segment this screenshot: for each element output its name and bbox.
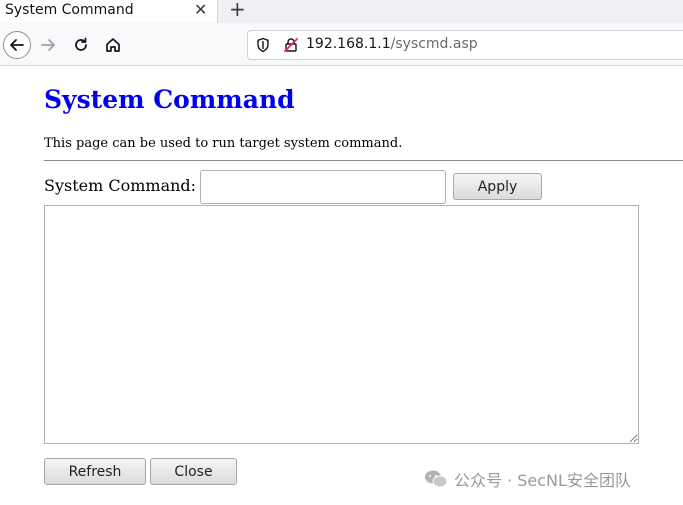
- watermark-text: 公众号 · SecNL安全团队: [454, 471, 631, 490]
- watermark: 公众号 · SecNL安全团队: [424, 467, 631, 491]
- wechat-icon: [425, 470, 448, 488]
- close-button[interactable]: Close: [150, 458, 237, 485]
- command-label: System Command:: [44, 176, 197, 195]
- navigation-toolbar: 192.168.1.1/syscmd.asp: [0, 23, 683, 66]
- home-button[interactable]: [100, 32, 126, 58]
- command-input[interactable]: [200, 170, 446, 204]
- shield-icon[interactable]: [255, 37, 271, 57]
- apply-button[interactable]: Apply: [453, 173, 542, 200]
- tab-title: System Command: [5, 2, 134, 18]
- home-icon: [106, 38, 120, 52]
- tab-system-command[interactable]: System Command ✕: [0, 0, 218, 23]
- back-button[interactable]: [3, 31, 31, 59]
- tab-strip: System Command ✕ +: [0, 0, 683, 23]
- divider: [44, 160, 683, 161]
- refresh-button[interactable]: Refresh: [44, 458, 146, 485]
- arrow-left-icon: [10, 39, 24, 51]
- forward-button[interactable]: [35, 32, 61, 58]
- insecure-lock-icon[interactable]: [283, 37, 299, 57]
- url-path: /syscmd.asp: [390, 36, 478, 52]
- page-description: This page can be used to run target syst…: [44, 136, 403, 151]
- address-bar[interactable]: 192.168.1.1/syscmd.asp: [247, 30, 683, 60]
- url-text[interactable]: 192.168.1.1/syscmd.asp: [306, 36, 478, 52]
- reload-button[interactable]: [68, 32, 94, 58]
- tab-close-icon[interactable]: ✕: [194, 0, 207, 20]
- page-title: System Command: [44, 85, 295, 114]
- url-host: 192.168.1.1: [306, 36, 391, 52]
- arrow-right-icon: [41, 39, 55, 51]
- command-output-textarea[interactable]: [44, 205, 639, 444]
- reload-icon: [75, 37, 87, 51]
- new-tab-button[interactable]: +: [229, 0, 246, 21]
